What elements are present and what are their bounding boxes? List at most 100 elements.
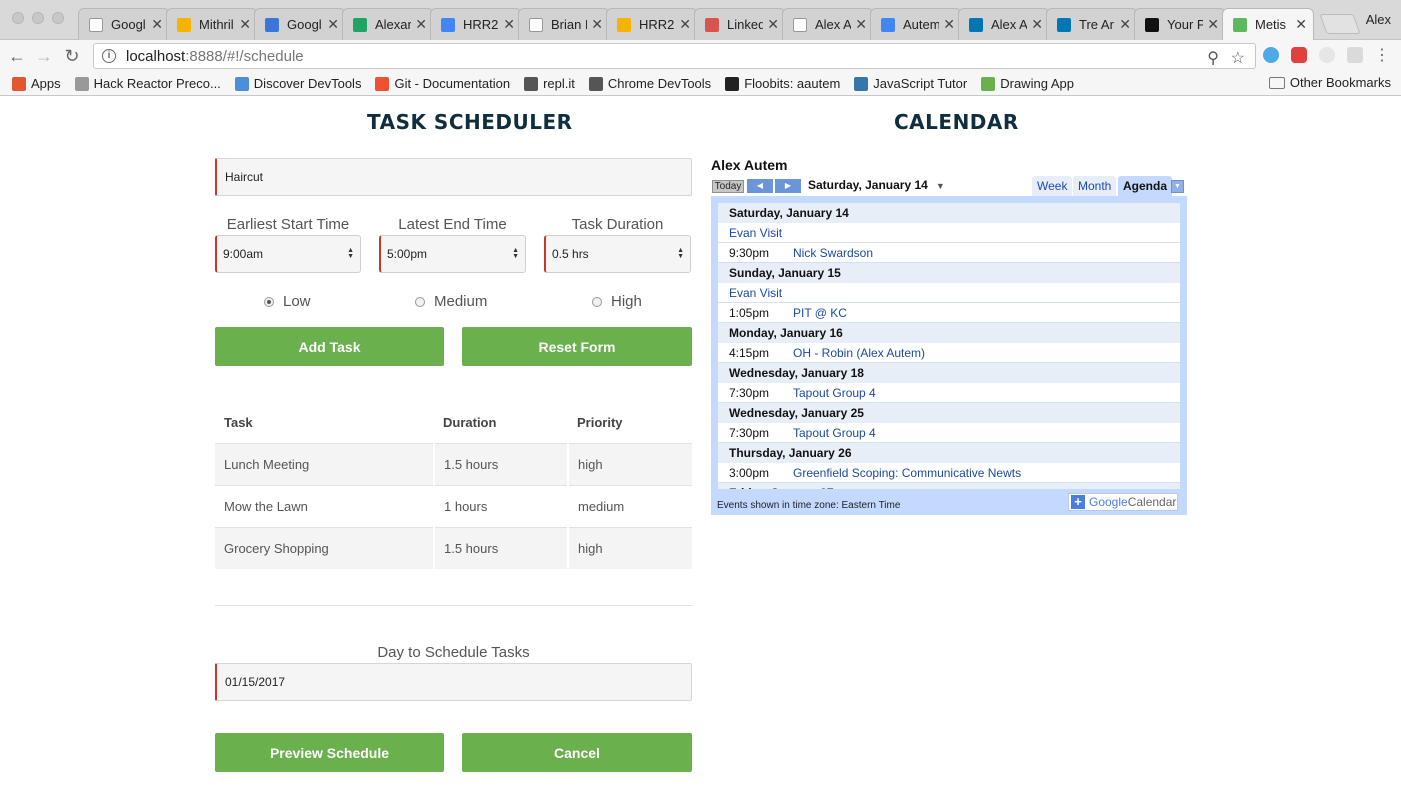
hack-reactor-icon — [74, 76, 89, 91]
cancel-button[interactable]: Cancel — [462, 733, 692, 772]
close-tab-icon[interactable]: ✕ — [767, 16, 779, 33]
close-tab-icon[interactable]: ✕ — [1119, 16, 1131, 33]
zoom-window-button[interactable] — [52, 12, 64, 24]
next-arrow-icon[interactable]: ▶ — [775, 179, 801, 193]
agenda-event[interactable]: Evan Visit — [718, 283, 1180, 303]
agenda-event[interactable]: 4:15pm OH - Robin (Alex Autem) — [718, 343, 1180, 363]
radio-icon[interactable] — [264, 296, 274, 307]
task-duration-select[interactable]: 0.5 hrs ▲ ▼ — [544, 235, 691, 273]
view-tab-month[interactable]: Month — [1073, 176, 1117, 196]
chrome-menu-icon[interactable]: ⋮ — [1372, 46, 1392, 66]
browser-tab[interactable]: Linked ✕ — [694, 8, 786, 40]
bookmark-item[interactable]: Discover DevTools — [234, 76, 361, 91]
event-title[interactable]: PIT @ KC — [793, 306, 847, 320]
priority-radio-high[interactable]: High — [592, 293, 642, 310]
schedule-date-input[interactable]: 01/15/2017 — [215, 663, 692, 701]
browser-tab[interactable]: Brian L ✕ — [518, 8, 610, 40]
view-tab-agenda[interactable]: Agenda — [1118, 176, 1173, 196]
reload-icon[interactable]: ↻ — [62, 46, 82, 66]
event-title[interactable]: Greenfield Scoping: Communicative Newts — [793, 466, 1021, 480]
radio-icon[interactable] — [592, 296, 602, 307]
close-window-button[interactable] — [12, 12, 24, 24]
profile-name[interactable]: Alex — [1366, 12, 1391, 27]
event-title[interactable]: Tapout Group 4 — [793, 386, 876, 400]
agenda-event[interactable]: Evan Visit — [718, 223, 1180, 243]
event-title[interactable]: OH - Robin (Alex Autem) — [793, 346, 925, 360]
event-time: 7:30pm — [729, 385, 770, 400]
event-title[interactable]: Evan Visit — [729, 226, 782, 240]
extension-icon[interactable] — [1347, 47, 1363, 63]
priority-radio-medium[interactable]: Medium — [415, 293, 487, 310]
info-icon[interactable]: i — [102, 49, 116, 63]
address-bar[interactable]: i localhost:8888/#!/schedule ⚲ ☆ — [93, 43, 1256, 69]
agenda-list[interactable]: Saturday, January 14 Evan Visit 9:30pm Nick… — [718, 203, 1180, 489]
agenda-event[interactable]: 7:30pm Tapout Group 4 — [718, 383, 1180, 403]
event-title[interactable]: Tapout Group 4 — [793, 426, 876, 440]
bookmark-star-icon[interactable]: ☆ — [1231, 48, 1245, 68]
reset-form-button[interactable]: Reset Form — [462, 327, 692, 366]
event-title[interactable]: Nick Swardson — [793, 246, 873, 260]
browser-tab[interactable]: Googl ✕ — [78, 8, 170, 40]
priority-radio-low[interactable]: Low — [264, 293, 311, 310]
browser-tab[interactable]: Tre Ar ✕ — [1046, 8, 1138, 40]
browser-tab[interactable]: Autem ✕ — [870, 8, 962, 40]
bookmark-item[interactable]: Git - Documentation — [375, 76, 510, 91]
close-tab-icon[interactable]: ✕ — [239, 16, 251, 33]
close-tab-icon[interactable]: ✕ — [1031, 16, 1043, 33]
browser-tab[interactable]: Metis ✕ — [1222, 8, 1314, 40]
extension-icon[interactable] — [1319, 47, 1335, 63]
prev-arrow-icon[interactable]: ◀ — [747, 179, 773, 193]
browser-tab[interactable]: HRR2 ✕ — [430, 8, 522, 40]
earliest-start-select[interactable]: 9:00am ▲ ▼ — [215, 235, 361, 273]
view-tab-week[interactable]: Week — [1032, 176, 1073, 196]
close-tab-icon[interactable]: ✕ — [1207, 16, 1219, 33]
minimize-window-button[interactable] — [32, 12, 44, 24]
preview-schedule-button[interactable]: Preview Schedule — [215, 733, 444, 772]
google-calendar-button[interactable]: + Google Calendar — [1068, 493, 1178, 511]
extension-icon[interactable] — [1263, 47, 1279, 63]
close-tab-icon[interactable]: ✕ — [855, 16, 867, 33]
radio-icon[interactable] — [415, 296, 425, 307]
today-button[interactable]: Today — [712, 180, 744, 193]
bookmark-item[interactable]: Drawing App — [981, 76, 1074, 91]
close-tab-icon[interactable]: ✕ — [943, 16, 955, 33]
current-date-dropdown[interactable]: Saturday, January 14 ▼ — [808, 178, 945, 192]
bookmark-item[interactable]: Apps — [12, 76, 61, 91]
browser-tab[interactable]: Your P ✕ — [1134, 8, 1226, 40]
new-tab-button[interactable] — [1319, 14, 1361, 34]
other-bookmarks[interactable]: Other Bookmarks — [1268, 75, 1391, 90]
agenda-event[interactable]: 9:30pm Nick Swardson — [718, 243, 1180, 263]
zoom-magnifier-icon[interactable]: ⚲ — [1207, 48, 1219, 68]
bookmark-item[interactable]: Hack Reactor Preco... — [74, 76, 221, 91]
close-tab-icon[interactable]: ✕ — [591, 16, 603, 33]
agenda-event[interactable]: 3:00pm Greenfield Scoping: Communicative … — [718, 463, 1180, 483]
bookmark-item[interactable]: Floobits: aautem — [725, 76, 840, 91]
task-name-input[interactable]: Haircut — [215, 158, 692, 196]
browser-tab[interactable]: HRR2 ✕ — [606, 8, 698, 40]
close-tab-icon[interactable]: ✕ — [327, 16, 339, 33]
close-tab-icon[interactable]: ✕ — [415, 16, 427, 33]
close-tab-icon[interactable]: ✕ — [1295, 16, 1307, 33]
agenda-event[interactable]: 7:30pm Tapout Group 4 — [718, 423, 1180, 443]
back-arrow-icon[interactable]: ← — [7, 46, 27, 66]
extension-icon[interactable] — [1291, 47, 1307, 63]
browser-tab[interactable]: Alex A ✕ — [958, 8, 1050, 40]
browser-tab[interactable]: Googl ✕ — [254, 8, 346, 40]
browser-tab[interactable]: Mithril ✕ — [166, 8, 258, 40]
close-tab-icon[interactable]: ✕ — [679, 16, 691, 33]
bookmark-item[interactable]: repl.it — [524, 76, 575, 91]
agenda-event[interactable]: 1:05pm PIT @ KC — [718, 303, 1180, 323]
view-menu-dropdown-icon[interactable]: ▼ — [1171, 180, 1184, 193]
event-title[interactable]: Evan Visit — [729, 286, 782, 300]
close-tab-icon[interactable]: ✕ — [503, 16, 515, 33]
latest-end-select[interactable]: 5:00pm ▲ ▼ — [379, 235, 526, 273]
forward-arrow-icon[interactable]: → — [34, 46, 54, 66]
browser-tab[interactable]: Alexan ✕ — [342, 8, 434, 40]
agenda-day-header: Thursday, January 26 — [718, 443, 1180, 463]
bookmark-item[interactable]: JavaScript Tutor — [854, 76, 967, 91]
task-priority-cell: high — [567, 526, 692, 569]
close-tab-icon[interactable]: ✕ — [151, 16, 163, 33]
browser-tab[interactable]: Alex A ✕ — [782, 8, 874, 40]
bookmark-item[interactable]: Chrome DevTools — [588, 76, 711, 91]
add-task-button[interactable]: Add Task — [215, 327, 444, 366]
